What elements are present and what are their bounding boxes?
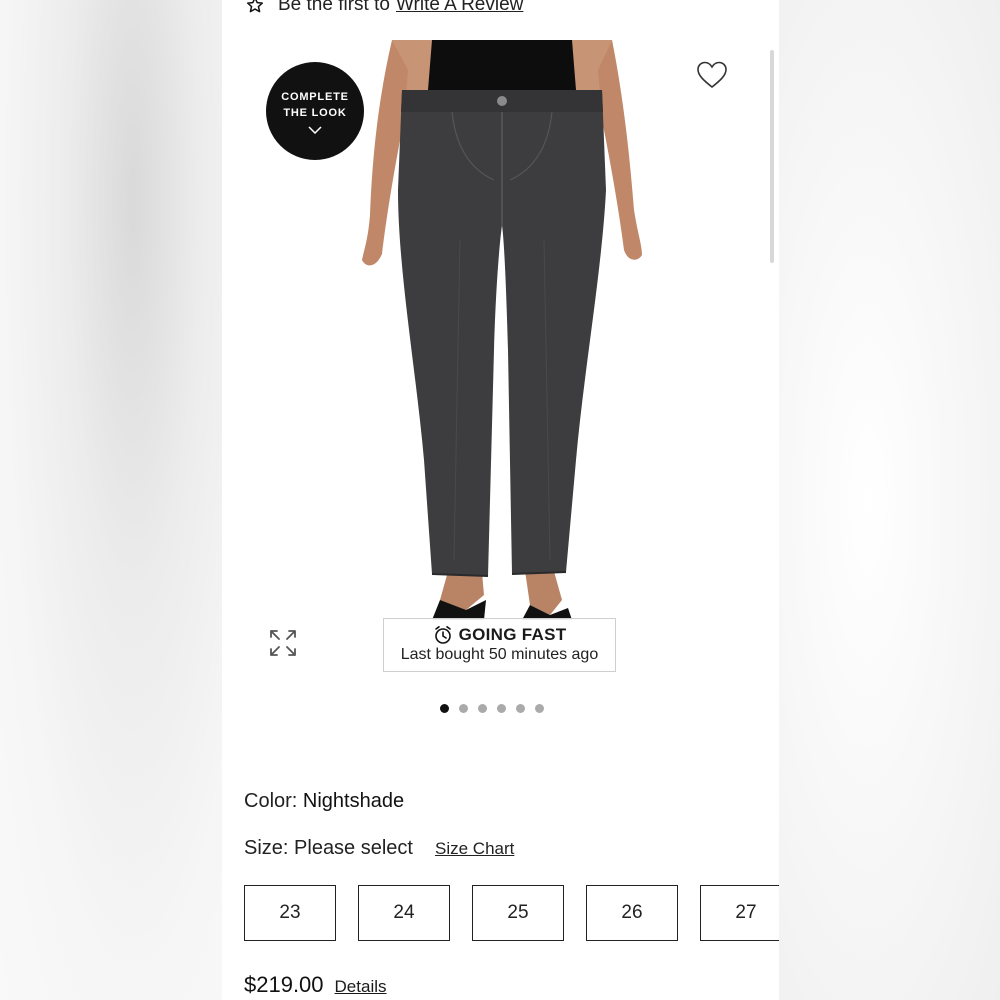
background-left [0,0,222,1000]
color-value: Nightshade [302,790,405,812]
carousel-dot[interactable] [497,704,506,713]
write-review-link[interactable]: Write A Review [396,0,523,16]
carousel-dots [440,704,544,713]
going-fast-title: GOING FAST [458,625,567,644]
alarm-clock-icon [434,626,451,644]
background-right [779,0,1000,1000]
size-label: Size: [244,837,289,859]
model-figure [362,40,642,620]
complete-look-line1: COMPLETE [281,90,349,103]
product-page: Be the first to Write A Review COMPLETE … [222,0,779,1000]
star-icon[interactable] [246,0,264,14]
scrollbar[interactable] [770,50,774,263]
review-prefix: Be the first to [278,0,390,15]
heart-icon[interactable] [696,60,728,90]
carousel-dot[interactable] [440,704,449,713]
carousel-dot[interactable] [535,704,544,713]
size-chart-link[interactable]: Size Chart [435,839,514,859]
going-fast-subtitle: Last bought 50 minutes ago [400,646,599,663]
size-options: 23 24 25 26 27 [244,885,779,941]
price-row: $219.00 Details [244,972,387,998]
size-option-27[interactable]: 27 [700,885,779,941]
going-fast-title-row: GOING FAST [384,625,615,645]
size-option-25[interactable]: 25 [472,885,564,941]
size-row: Size: Please select Size Chart [244,837,514,860]
price: $219.00 [244,972,324,997]
size-option-23[interactable]: 23 [244,885,336,941]
carousel-dot[interactable] [516,704,525,713]
review-row: Be the first to Write A Review [246,0,523,18]
size-option-24[interactable]: 24 [358,885,450,941]
chevron-down-icon [308,125,322,134]
color-label: Color: [244,790,298,812]
details-link[interactable]: Details [335,977,387,997]
color-row: Color: Nightshade [244,790,404,813]
complete-look-line2: THE LOOK [283,106,347,119]
product-image[interactable] [362,40,642,620]
size-value: Please select [294,837,413,859]
carousel-dot[interactable] [478,704,487,713]
complete-the-look-button[interactable]: COMPLETE THE LOOK [266,62,364,160]
going-fast-badge: GOING FAST Last bought 50 minutes ago [383,618,616,672]
carousel-dot[interactable] [459,704,468,713]
expand-icon[interactable] [268,628,298,658]
size-option-26[interactable]: 26 [586,885,678,941]
